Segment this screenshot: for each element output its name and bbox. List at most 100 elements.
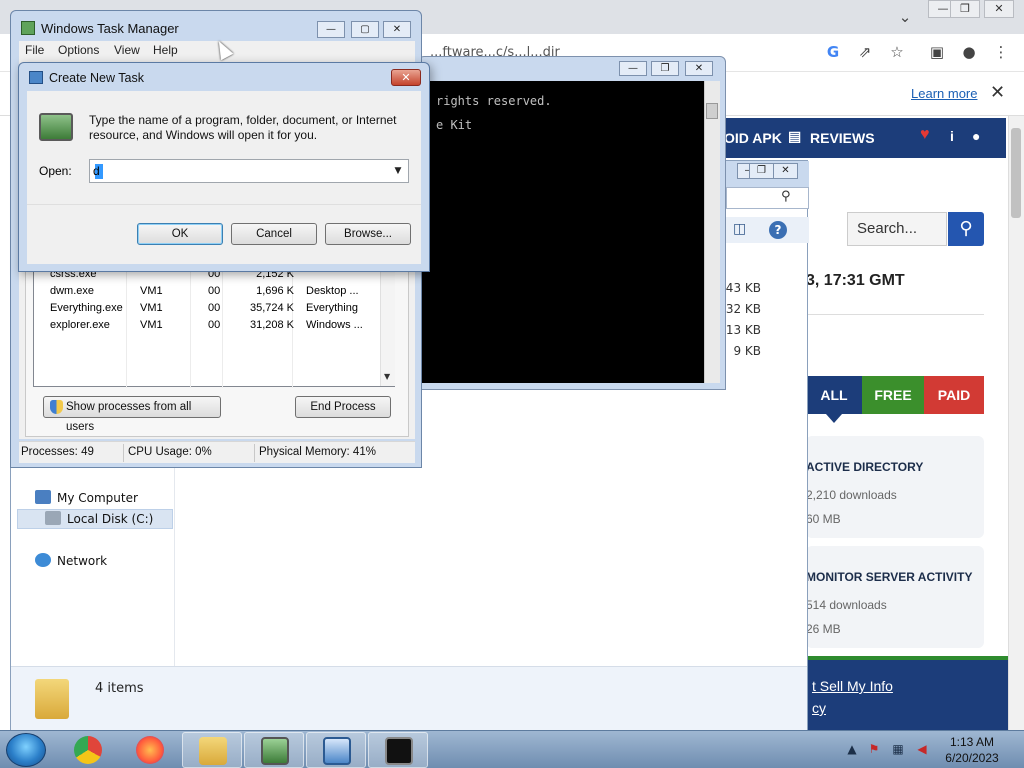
software-card[interactable]: MONITOR SERVER ACTIVITY 514 downloads 26… [806,546,984,648]
restore-button[interactable]: ❐ [749,163,774,179]
bookmark-star-icon[interactable]: ☆ [886,41,908,63]
firefox-icon [136,736,164,764]
search-icon[interactable]: ⚲ [781,189,791,204]
scrollbar-thumb[interactable] [1011,128,1021,218]
folder-icon [35,679,69,719]
chevron-down-icon[interactable]: ▼ [390,162,406,180]
info-icon[interactable]: i [950,128,954,144]
active-tab-pointer [826,414,842,423]
maximize-button[interactable]: ▢ [351,21,379,38]
process-desc: Everything [306,302,358,314]
card-downloads: 514 downloads [806,598,887,612]
scrollbar-thumb[interactable] [706,103,718,119]
taskbar-task-manager[interactable] [244,732,304,768]
dialog-prompt: Type the name of a program, folder, docu… [89,113,397,142]
network-icon[interactable]: ▦ [890,741,906,757]
run-icon [29,71,43,84]
card-title[interactable]: ACTIVE DIRECTORY [806,460,923,474]
minimize-button[interactable]: — [619,61,647,76]
filter-all-tab[interactable]: ALL [806,376,862,414]
taskbar-cmd[interactable] [368,732,428,768]
learn-more-link[interactable]: Learn more [911,86,977,101]
console-scrollbar[interactable] [704,81,720,383]
open-combobox[interactable]: ▼ [89,159,409,183]
share-icon[interactable]: ⇗ [854,41,876,63]
filter-paid-tab[interactable]: PAID [924,376,984,414]
cancel-button[interactable]: Cancel [231,223,317,245]
show-all-processes-button[interactable]: Show processes from all users [43,396,221,433]
preview-pane-icon[interactable]: ◫ [733,221,746,237]
site-search-input[interactable]: Search... [847,212,947,246]
close-button[interactable]: ✕ [383,21,411,38]
close-button[interactable]: ✕ [773,163,798,179]
google-icon[interactable]: G [822,41,844,63]
process-mem: 35,724 K [249,302,294,314]
close-button[interactable]: ✕ [685,61,713,76]
menu-file[interactable]: File [25,43,44,57]
create-new-task-dialog: Create New Task ✕ Type the name of a pro… [18,62,430,272]
minimize-button[interactable]: — [317,21,345,38]
clock-date: 6/20/2023 [945,751,999,765]
side-panel-icon[interactable]: ▣ [926,41,948,63]
nav-local-disk[interactable]: Local Disk (C:) [45,511,153,526]
ok-button[interactable]: OK [137,223,223,245]
menu-options[interactable]: Options [58,43,99,57]
process-row[interactable]: explorer.exe VM1 00 31,208 K Windows ... [34,318,380,335]
nav-apk-link[interactable]: OID APK [724,130,782,146]
explorer-search-input[interactable] [726,187,809,209]
drive-icon [45,511,61,525]
infobar-close-icon[interactable]: ✕ [990,82,1005,103]
nav-label: My Computer [57,491,138,505]
restore-button[interactable]: ❐ [950,0,980,18]
privacy-policy-link[interactable]: cy [812,700,826,716]
status-bar: Processes: 49 CPU Usage: 0% Physical Mem… [19,441,415,463]
browse-button[interactable]: Browse... [325,223,411,245]
software-card[interactable]: ACTIVE DIRECTORY 2,210 downloads 60 MB [806,436,984,538]
action-center-icon[interactable]: ⚑ [866,741,882,757]
uac-shield-icon [50,400,63,414]
status-divider [254,444,255,462]
taskbar-explorer[interactable] [182,732,242,768]
profile-avatar-icon[interactable]: ● [958,41,980,63]
tab-search-icon[interactable]: ⌄ [894,6,916,28]
taskbar-run[interactable] [306,732,366,768]
show-hidden-icons[interactable]: ▲ [844,741,860,757]
restore-button[interactable]: ❐ [651,61,679,76]
process-row[interactable]: Everything.exe VM1 00 35,724 K Everything [34,301,380,318]
start-button[interactable] [6,733,46,767]
menu-view[interactable]: View [114,43,140,57]
close-button[interactable]: ✕ [391,69,421,86]
card-size: 26 MB [806,622,841,636]
help-icon[interactable]: ? [769,221,787,239]
do-not-sell-link[interactable]: t Sell My Info [812,678,893,694]
nav-reviews-link[interactable]: REVIEWS [810,130,875,146]
end-process-button[interactable]: End Process [295,396,391,418]
cpu-usage: CPU Usage: 0% [128,446,212,458]
dialog-title: Create New Task [49,71,144,85]
close-button[interactable]: ✕ [984,0,1014,18]
nav-label: Network [57,554,108,568]
process-count: Processes: 49 [21,446,94,458]
volume-icon[interactable]: ◀ [914,741,930,757]
open-input[interactable] [93,162,383,180]
taskbar-firefox[interactable] [120,732,180,768]
console-line: rights reserved. [436,94,552,108]
menu-kebab-icon[interactable]: ⋮ [990,41,1012,63]
console-output[interactable]: rights reserved. e Kit [422,81,704,383]
menu-help[interactable]: Help [153,43,178,57]
heart-icon[interactable]: ♥ [920,126,930,144]
task-manager-icon [39,113,73,141]
user-icon[interactable]: ● [972,128,980,144]
nav-my-computer[interactable]: My Computer [35,490,138,505]
nav-network[interactable]: Network [35,553,107,568]
window-title: Windows Task Manager [41,21,179,36]
system-clock[interactable]: 1:13 AM 6/20/2023 [940,734,1004,766]
filter-free-tab[interactable]: FREE [862,376,924,414]
card-title[interactable]: MONITOR SERVER ACTIVITY [806,570,972,584]
item-count: 4 items [95,681,144,696]
process-row[interactable]: dwm.exe VM1 00 1,696 K Desktop ... [34,284,380,301]
computer-icon [35,490,51,504]
search-icon[interactable]: ⚲ [948,212,984,246]
scroll-down-icon[interactable]: ▼ [384,372,390,381]
taskbar-chrome[interactable] [58,732,118,768]
